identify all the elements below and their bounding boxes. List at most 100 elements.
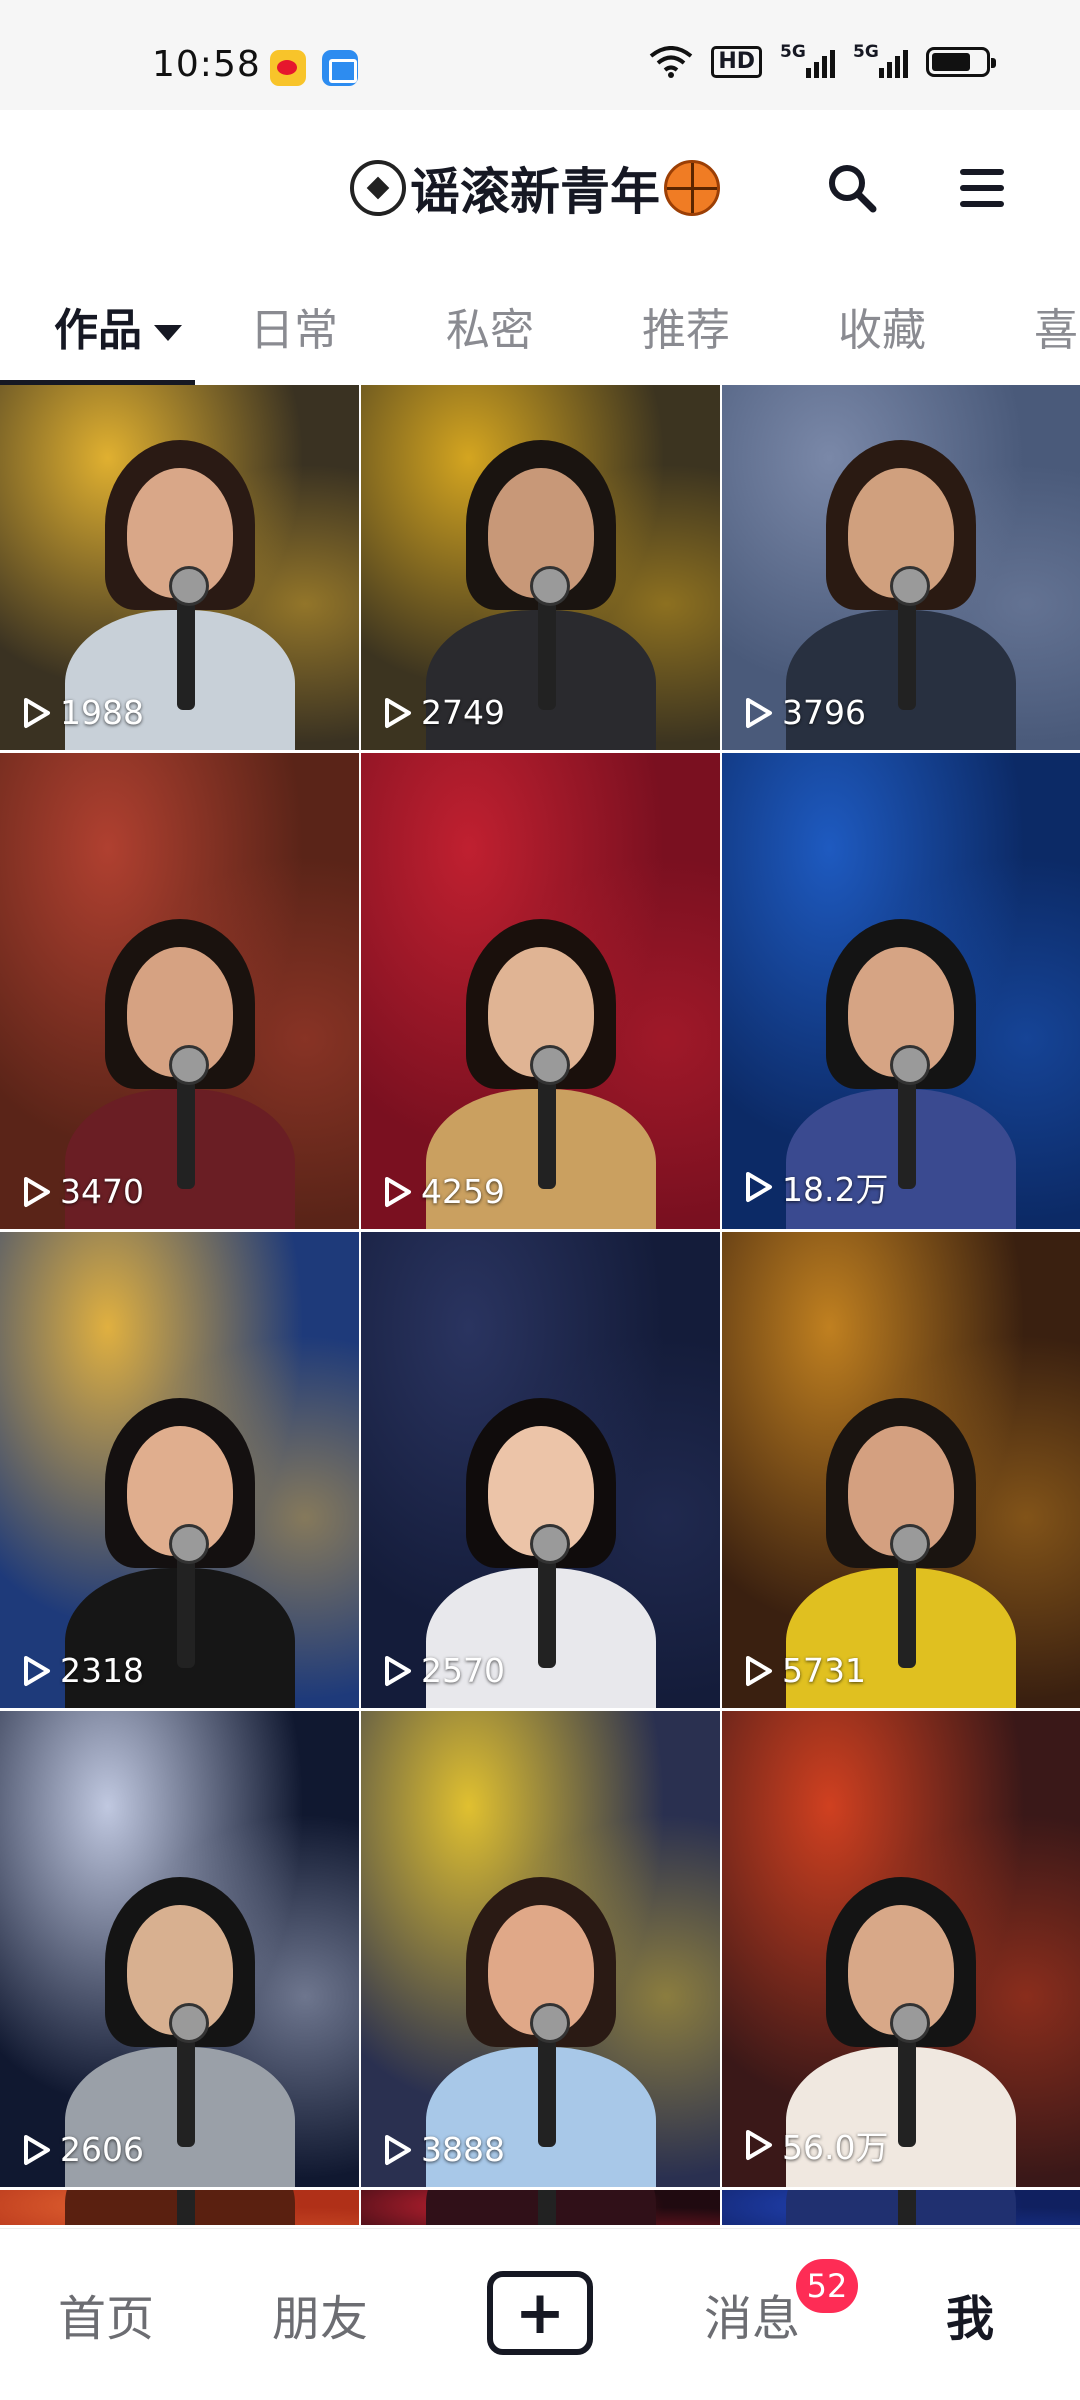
play-icon (24, 1655, 50, 1686)
microphone (890, 566, 930, 710)
soccer-ball-icon (350, 160, 406, 216)
play-count-value: 3796 (782, 693, 866, 732)
play-count: 2749 (379, 693, 505, 732)
microphone (168, 2003, 209, 2147)
profile-title: 谣滚新青年 (350, 152, 720, 224)
play-count-value: 1988 (60, 693, 144, 732)
menu-button[interactable] (952, 158, 1012, 218)
microphone (168, 566, 209, 710)
microphone (898, 2190, 916, 2225)
profile-name: 谣滚新青年 (410, 163, 660, 221)
search-button[interactable] (822, 158, 882, 218)
wifi-icon (649, 46, 693, 78)
play-count: 2570 (379, 1651, 505, 1690)
play-icon (746, 2130, 772, 2160)
microphone (529, 2003, 570, 2147)
play-count: 3796 (740, 693, 866, 732)
battery-icon (926, 47, 996, 77)
tab-recommended[interactable]: 推荐 (642, 294, 730, 358)
menu-icon (960, 169, 1004, 207)
play-icon (385, 1655, 411, 1686)
play-count-value: 2606 (60, 2130, 144, 2169)
microphone (890, 1524, 930, 1668)
play-count: 56.0万 (740, 2121, 888, 2169)
video-thumbnail[interactable]: 2570 (361, 1232, 720, 1708)
video-thumbnail[interactable]: 56.0万 (722, 1711, 1080, 2187)
nav-add-button[interactable]: + (487, 2271, 593, 2355)
play-icon (385, 1176, 411, 1207)
performer-figure (64, 2190, 295, 2225)
microphone (529, 1524, 570, 1668)
video-thumbnail[interactable]: 2749 (361, 385, 720, 750)
play-count-value: 2318 (60, 1651, 144, 1690)
play-count: 2318 (18, 1651, 144, 1690)
play-count: 3470 (18, 1172, 144, 1211)
play-count: 4259 (379, 1172, 505, 1211)
video-thumbnail[interactable]: 3888 (361, 1711, 720, 2187)
video-thumbnail[interactable]: 3796 (722, 385, 1080, 750)
video-thumbnail[interactable]: 4259 (361, 753, 720, 1229)
basketball-icon (664, 160, 720, 216)
bottom-nav: 首页 朋友 + 消息 52 我 (0, 2228, 1080, 2400)
play-icon (24, 1176, 50, 1207)
performer-figure (786, 2190, 1016, 2225)
microphone (537, 2190, 556, 2225)
hd-icon: HD (711, 46, 762, 78)
video-thumbnail[interactable]: 1988 (0, 385, 359, 750)
play-count-value: 3470 (60, 1172, 144, 1211)
microphone (890, 1045, 930, 1189)
nav-me[interactable]: 我 (946, 2279, 994, 2349)
microphone (529, 1045, 570, 1189)
plus-icon: + (514, 2278, 566, 2348)
play-icon (746, 1172, 772, 1202)
play-count: 5731 (740, 1651, 866, 1690)
video-thumbnail[interactable]: 18.2万 (722, 753, 1080, 1229)
play-count-value: 18.2万 (782, 1170, 889, 1209)
nav-friends[interactable]: 朋友 (272, 2279, 368, 2349)
tab-likes[interactable]: 喜 (1034, 294, 1078, 358)
video-thumbnail[interactable]: 3470 (0, 753, 359, 1229)
play-icon (746, 697, 772, 728)
video-thumbnail[interactable] (722, 2190, 1080, 2225)
nav-messages[interactable]: 消息 (704, 2279, 800, 2349)
video-thumbnail[interactable]: 2318 (0, 1232, 359, 1708)
tab-private[interactable]: 私密 (446, 294, 534, 358)
profile-header: 谣滚新青年 (0, 110, 1080, 270)
microphone (168, 1524, 209, 1668)
play-icon (385, 2134, 411, 2165)
tab-works[interactable]: 作品 (54, 294, 182, 358)
play-icon (24, 2134, 50, 2165)
files-icon (322, 50, 358, 86)
weibo-icon (270, 50, 306, 86)
tab-favorites[interactable]: 收藏 (838, 294, 926, 358)
play-count: 1988 (18, 693, 144, 732)
nav-home[interactable]: 首页 (58, 2279, 154, 2349)
performer-figure (425, 2190, 656, 2225)
tab-daily[interactable]: 日常 (250, 294, 338, 358)
signal-icon: 5G (780, 42, 835, 78)
play-icon (746, 1655, 772, 1686)
messages-badge: 52 (796, 2259, 858, 2313)
status-indicators: HD 5G 5G (649, 42, 996, 78)
video-thumbnail[interactable]: 2606 (0, 1711, 359, 2187)
search-icon (829, 165, 877, 213)
play-count-value: 3888 (421, 2130, 505, 2169)
signal-icon: 5G (853, 42, 908, 78)
play-count: 18.2万 (740, 1163, 888, 1211)
play-count-value: 56.0万 (782, 2128, 889, 2167)
play-count-value: 2570 (421, 1651, 505, 1690)
video-grid: 1988 2749 3796 3470 4259 18.2万 2318 2570 5731 260… (0, 385, 1080, 2225)
play-icon (385, 697, 411, 728)
status-bar: 10:58 HD 5G 5G (0, 0, 1080, 110)
play-count: 2606 (18, 2130, 144, 2169)
video-thumbnail[interactable] (361, 2190, 720, 2225)
play-count-value: 4259 (421, 1172, 505, 1211)
microphone (176, 2190, 195, 2225)
microphone (168, 1045, 209, 1189)
microphone (529, 566, 570, 710)
screen: 10:58 HD 5G 5G 谣滚新青年 作品 日常 私密 推荐 收藏 喜 19… (0, 0, 1080, 2400)
video-thumbnail[interactable]: 5731 (722, 1232, 1080, 1708)
profile-tabs: 作品 日常 私密 推荐 收藏 喜 (0, 270, 1080, 385)
video-thumbnail[interactable] (0, 2190, 359, 2225)
play-count-value: 2749 (421, 693, 505, 732)
